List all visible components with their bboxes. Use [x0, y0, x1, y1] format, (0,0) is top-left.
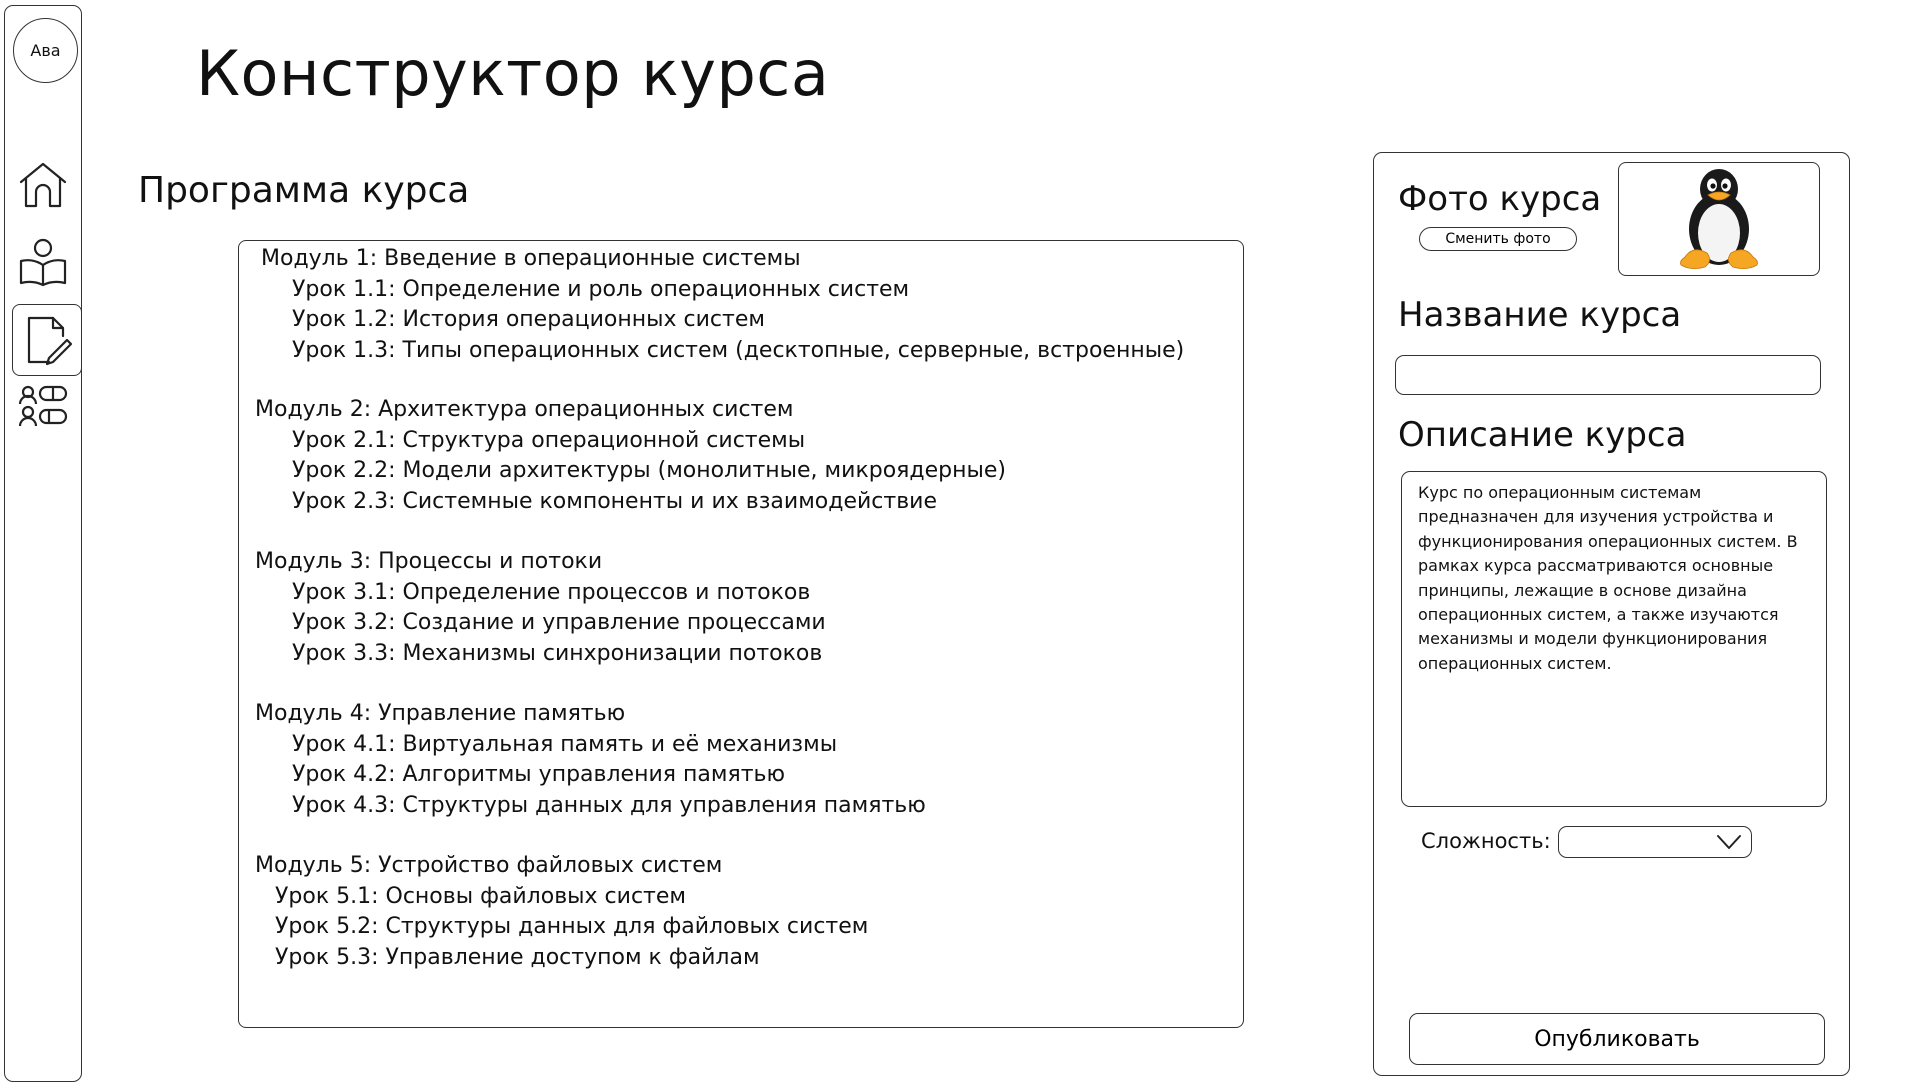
difficulty-label: Сложность: [1421, 829, 1551, 853]
lesson-item: Урок 1.1: Определение и роль операционны… [292, 276, 910, 302]
program-module: Модуль 3: Процессы и потоки Урок 3.1: Оп… [255, 547, 826, 669]
course-name-title: Название курса [1398, 295, 1682, 335]
course-description-textarea[interactable]: Курс по операционным системам предназнач… [1401, 471, 1827, 807]
lesson-item: Урок 2.2: Модели архитектуры (монолитные… [292, 458, 1006, 483]
difficulty-select[interactable] [1558, 826, 1752, 858]
course-settings-panel: Фото курса Сменить фото Название курса О… [1373, 152, 1850, 1076]
program-title: Программа курса [138, 170, 470, 211]
lesson-item: Урок 3.2: Создание и управление процесса… [292, 610, 826, 635]
course-photo[interactable] [1618, 162, 1820, 276]
users-toggles-icon [18, 385, 68, 427]
course-description-title: Описание курса [1398, 415, 1687, 455]
lesson-item: Урок 2.3: Системные компоненты и их взаи… [292, 488, 938, 514]
photo-title: Фото курса [1398, 179, 1602, 219]
program-module: Модуль 1: Введение в операционные систем… [261, 244, 1184, 366]
lesson-item: Урок 5.3: Управление доступом к файлам [275, 944, 760, 970]
program-module: Модуль 5: Устройство файловых систем Уро… [255, 851, 868, 973]
user-book-icon [19, 238, 67, 287]
lesson-item: Урок 3.3: Механизмы синхронизации потоко… [292, 640, 823, 666]
course-name-input[interactable] [1395, 355, 1821, 395]
module-title: Модуль 4: Управление памятью [255, 701, 626, 726]
program-module: Модуль 2: Архитектура операционных систе… [255, 395, 1006, 517]
nav-users[interactable] [11, 374, 75, 438]
module-title: Модуль 2: Архитектура операционных систе… [255, 397, 794, 422]
lesson-item: Урок 2.1: Структура операционной системы [292, 427, 806, 453]
lesson-item: Урок 5.1: Основы файловых систем [275, 883, 686, 909]
lesson-item: Урок 4.2: Алгоритмы управления памятью [292, 762, 785, 787]
chevron-down-icon [1717, 835, 1741, 849]
module-title: Модуль 1: Введение в операционные систем… [261, 246, 801, 271]
nav-course-builder[interactable] [12, 304, 82, 376]
linux-penguin-icon [1680, 169, 1758, 269]
document-edit-icon [27, 316, 73, 366]
home-icon [19, 162, 67, 208]
lesson-item: Урок 1.2: История операционных систем [292, 307, 765, 332]
program-box[interactable]: Модуль 1: Введение в операционные систем… [238, 240, 1244, 1028]
lesson-item: Урок 4.1: Виртуальная память и её механи… [292, 731, 838, 757]
module-title: Модуль 5: Устройство файловых систем [255, 853, 723, 878]
module-title: Модуль 3: Процессы и потоки [255, 549, 603, 574]
program-module: Модуль 4: Управление памятью Урок 4.1: В… [255, 699, 926, 821]
nav-courses[interactable] [11, 229, 75, 293]
change-photo-button[interactable]: Сменить фото [1419, 227, 1577, 251]
lesson-item: Урок 3.1: Определение процессов и потоко… [292, 579, 811, 605]
avatar[interactable]: Ава [13, 18, 78, 83]
lesson-item: Урок 4.3: Структуры данных для управлени… [292, 792, 926, 818]
sidebar: Ава [4, 5, 82, 1082]
page-title: Конструктор курса [196, 37, 830, 110]
nav-home[interactable] [11, 154, 75, 218]
lesson-item: Урок 5.2: Структуры данных для файловых … [275, 914, 869, 939]
publish-button[interactable]: Опубликовать [1409, 1013, 1825, 1065]
lesson-item: Урок 1.3: Типы операционных систем (деск… [292, 337, 1185, 363]
